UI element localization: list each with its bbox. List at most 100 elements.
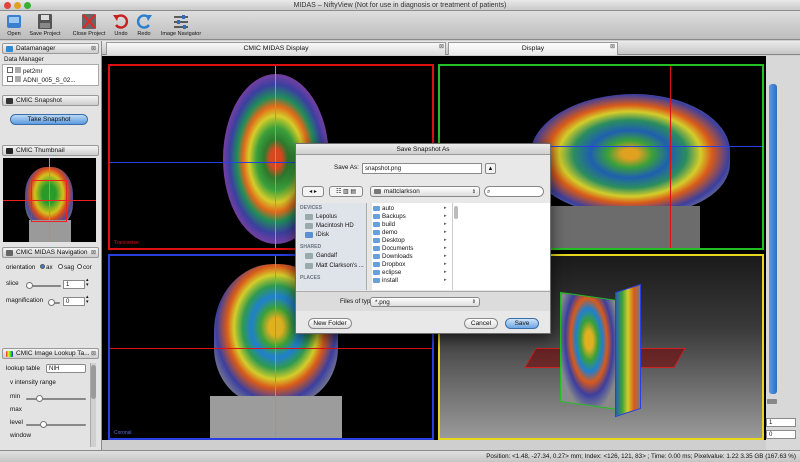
slice-stepper-icon[interactable]: ▴ ▾ <box>86 278 89 288</box>
lookup-title-text: CMIC Image Lookup Ta... <box>16 350 90 357</box>
time-slider-handle[interactable] <box>767 399 777 404</box>
snapshot-title[interactable]: CMIC Snapshot <box>2 95 99 106</box>
search-field[interactable]: ⌕ <box>484 186 544 197</box>
lookup-table-title[interactable]: CMIC Image Lookup Ta... ⊠ <box>2 348 99 359</box>
file-item-downloads[interactable]: Downloads ▸ <box>372 253 447 260</box>
datamanager-title[interactable]: Datamanager ⊠ <box>2 43 99 54</box>
close-project-button[interactable]: Close Project <box>70 12 108 39</box>
save-project-button[interactable]: Save Project <box>28 12 62 39</box>
close-icon[interactable]: ⊠ <box>91 44 96 54</box>
window-close-icon[interactable] <box>4 2 11 9</box>
file-scrollbar[interactable] <box>454 206 458 219</box>
lookup-scrollbar[interactable] <box>90 363 96 447</box>
time-slider-track[interactable] <box>769 84 777 394</box>
thumbnail-viewport-rect[interactable] <box>31 180 67 222</box>
image-navigator-button[interactable]: Image Navigator <box>158 12 204 39</box>
file-item-backups[interactable]: Backups ▸ <box>372 213 447 220</box>
file-item-auto[interactable]: auto ▸ <box>372 205 447 212</box>
scrollbar-thumb[interactable] <box>91 365 96 399</box>
slider-knob[interactable] <box>26 282 33 289</box>
magnification-slider[interactable] <box>48 299 60 306</box>
magnification-stepper-icon[interactable]: ▴ ▾ <box>86 295 89 305</box>
status-bar: Position: <1.48, -27.34, 0.27> mm; Index… <box>0 450 800 462</box>
max-label: max <box>10 406 22 413</box>
level-slider[interactable] <box>26 421 86 428</box>
tab-cmic-midas-display[interactable]: CMIC MIDAS Display <box>106 42 446 55</box>
sidebar-item-idisk[interactable]: iDisk <box>305 232 329 238</box>
view-label: Coronal <box>114 430 132 436</box>
thumbnail-title[interactable]: CMIC Thumbnail <box>2 145 99 156</box>
tab-close-icon[interactable]: ⊠ <box>439 43 444 50</box>
chevron-right-icon: ▸ <box>444 245 447 251</box>
chevron-right-icon: ▸ <box>444 269 447 275</box>
file-item-demo[interactable]: demo ▸ <box>372 229 447 236</box>
orientation-axial-radio[interactable]: ax <box>40 264 53 271</box>
navigation-title[interactable]: CMIC MIDAS Navigation ⊠ <box>2 247 99 258</box>
window-minimize-icon[interactable] <box>14 2 21 9</box>
view-mode-buttons[interactable]: ☷ ▥ ▤ <box>329 186 363 197</box>
file-item-build[interactable]: build ▸ <box>372 221 447 228</box>
filename-input[interactable]: snapshot.png <box>362 163 482 174</box>
back-forward-button[interactable]: ◂ ▸ <box>302 186 324 197</box>
file-item-label: Desktop <box>382 237 405 244</box>
file-item-install[interactable]: install ▸ <box>372 277 447 284</box>
thumbnail-view[interactable] <box>3 158 96 242</box>
sidebar-item-lepolus[interactable]: Lepolus <box>305 214 337 220</box>
folder-icon <box>373 246 380 251</box>
save-as-label: Save As: <box>334 164 359 171</box>
close-icon[interactable]: ⊠ <box>91 349 96 359</box>
file-item-label: demo <box>382 229 398 236</box>
redo-button[interactable]: Redo <box>134 12 154 39</box>
sidebar-item-macintosh-hd[interactable]: Macintosh HD <box>305 223 354 229</box>
file-item-dropbox[interactable]: Dropbox ▸ <box>372 261 447 268</box>
expand-dialog-button[interactable]: ▲ <box>485 163 496 174</box>
checkbox-icon[interactable] <box>7 67 13 73</box>
tab-display[interactable]: Display <box>448 42 618 55</box>
min-slider[interactable] <box>26 395 86 402</box>
undo-button[interactable]: Undo <box>111 12 131 39</box>
orientation-sagittal-radio[interactable]: sag <box>58 264 74 271</box>
list-item-pet2mr[interactable]: pet2mr <box>7 67 43 75</box>
dialog-sidebar: DEVICES Lepolus Macintosh HD iDisk SHARE… <box>297 203 367 290</box>
chevron-right-icon: ▸ <box>444 261 447 267</box>
file-item-eclipse[interactable]: eclipse ▸ <box>372 269 447 276</box>
slice-slider[interactable] <box>26 282 61 289</box>
sidebar-item-matt-clarkson[interactable]: Matt Clarkson's ... <box>305 263 364 269</box>
orientation-coronal-radio[interactable]: cor <box>77 264 92 271</box>
right-spinbox-1[interactable]: 1 <box>766 418 796 427</box>
list-item-adni[interactable]: ADNI_005_S_02... <box>7 76 76 84</box>
file-item-documents[interactable]: Documents ▸ <box>372 245 447 252</box>
close-icon[interactable]: ⊠ <box>91 248 96 258</box>
slider-knob[interactable] <box>48 299 55 306</box>
window-zoom-icon[interactable] <box>24 2 31 9</box>
places-header: PLACES <box>300 275 321 281</box>
filetype-select[interactable]: *.png ⇕ <box>370 297 480 307</box>
intensity-range-toggle[interactable]: v intensity range <box>10 379 56 386</box>
radio-label: cor <box>83 264 92 271</box>
navigation-icon <box>6 250 13 256</box>
level-label: level <box>10 419 23 426</box>
slider-knob[interactable] <box>36 395 43 402</box>
file-item-desktop[interactable]: Desktop ▸ <box>372 237 447 244</box>
chevron-right-icon: ▸ <box>444 213 447 219</box>
thumbnail-title-text: CMIC Thumbnail <box>16 147 65 154</box>
checkbox-icon[interactable] <box>7 76 13 82</box>
open-button[interactable]: Open <box>3 12 25 39</box>
cancel-button[interactable]: Cancel <box>464 318 498 329</box>
close-project-label: Close Project <box>72 31 106 37</box>
location-select[interactable]: mattclarkson ⇕ <box>370 186 480 197</box>
image-node-icon <box>15 76 21 82</box>
right-spinbox-2[interactable]: 0 <box>766 430 796 439</box>
take-snapshot-button[interactable]: Take Snapshot <box>10 114 88 125</box>
lookup-table-select[interactable]: NIH <box>46 364 86 373</box>
new-folder-button[interactable]: New Folder <box>308 318 352 329</box>
save-button[interactable]: Save <box>505 318 539 329</box>
file-item-label: auto <box>382 205 395 212</box>
save-project-label: Save Project <box>29 31 61 37</box>
idisk-icon <box>305 232 313 238</box>
sidebar-item-gandalf[interactable]: Gandalf <box>305 253 337 259</box>
tab-close-icon[interactable]: ⊠ <box>610 43 615 50</box>
magnification-spinbox[interactable]: 0 <box>63 297 85 306</box>
slice-spinbox[interactable]: 1 <box>63 280 85 289</box>
slider-knob[interactable] <box>40 421 47 428</box>
